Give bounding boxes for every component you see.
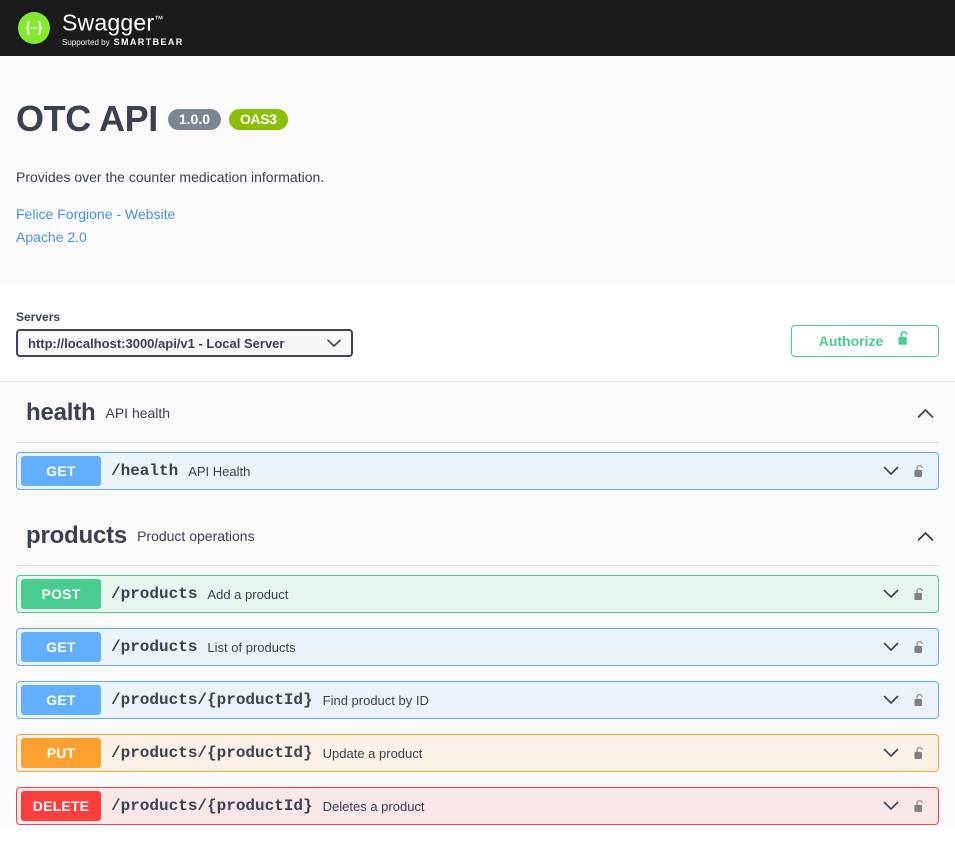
operations-area: health API health GET /health API Health: [0, 382, 955, 825]
operation-list-health: GET /health API Health: [16, 443, 939, 490]
chevron-up-icon[interactable]: [911, 525, 939, 547]
api-info-links: Felice Forgione - Website Apache 2.0: [16, 203, 939, 249]
operation-row[interactable]: GET /products List of products: [16, 628, 939, 666]
api-title-text: OTC API: [16, 98, 158, 139]
unlocked-padlock-icon[interactable]: [908, 692, 930, 709]
unlocked-padlock-icon[interactable]: [908, 586, 930, 603]
operation-path: /products/{productId}: [111, 691, 313, 709]
operation-path: /health: [111, 462, 179, 480]
http-method-badge: DELETE: [21, 791, 101, 821]
http-method-badge: GET: [21, 456, 101, 486]
supported-by-prefix: Supported by: [62, 37, 110, 47]
operation-list-products: POST /products Add a product GET /produc…: [16, 566, 939, 825]
api-description: Provides over the counter medication inf…: [16, 169, 325, 185]
tag-name-health: health: [26, 399, 96, 426]
unlocked-padlock-icon[interactable]: [908, 798, 930, 815]
scheme-container: Servers http://localhost:3000/api/v1 - L…: [0, 285, 955, 382]
servers-label: Servers: [16, 310, 61, 324]
http-method-badge: POST: [21, 579, 101, 609]
supported-by: Supported by SMARTBEAR: [62, 37, 184, 48]
oas-badge: OAS3: [229, 108, 288, 130]
version-badge: 1.0.0: [167, 108, 222, 130]
swagger-braces-icon: [18, 12, 50, 44]
server-select-value: http://localhost:3000/api/v1 - Local Ser…: [28, 335, 285, 351]
brand-name: Swagger™: [62, 9, 164, 36]
api-info-block: OTC API 1.0.0 OAS3 Provides over the cou…: [0, 56, 955, 285]
tag-section-products: products Product operations POST /produc…: [16, 505, 939, 825]
supported-by-brand: SMARTBEAR: [113, 36, 184, 47]
chevron-down-icon[interactable]: [878, 642, 904, 652]
unlocked-padlock-icon: [897, 330, 911, 352]
tag-header-health[interactable]: health API health: [16, 382, 939, 443]
authorize-button[interactable]: Authorize: [791, 325, 939, 357]
unlocked-padlock-icon[interactable]: [908, 639, 930, 656]
servers-block: Servers http://localhost:3000/api/v1 - L…: [16, 310, 353, 357]
trademark-mark: ™: [154, 14, 164, 25]
swagger-logo[interactable]: Swagger™ Supported by SMARTBEAR: [18, 8, 184, 48]
chevron-down-icon[interactable]: [878, 801, 904, 811]
operation-row[interactable]: GET /health API Health: [16, 452, 939, 490]
operation-summary: List of products: [207, 639, 296, 655]
operation-row[interactable]: PUT /products/{productId} Update a produ…: [16, 734, 939, 772]
operation-summary: Add a product: [207, 586, 289, 602]
tag-description-products: Product operations: [137, 528, 255, 544]
operation-path: /products/{productId}: [111, 744, 313, 762]
http-method-badge: PUT: [21, 738, 101, 768]
operation-row[interactable]: POST /products Add a product: [16, 575, 939, 613]
operation-path: /products/{productId}: [111, 797, 313, 815]
operation-summary: Deletes a product: [322, 798, 425, 814]
operation-summary: API Health: [188, 463, 251, 479]
http-method-badge: GET: [21, 632, 101, 662]
tag-header-products[interactable]: products Product operations: [16, 505, 939, 566]
chevron-up-icon[interactable]: [911, 402, 939, 424]
unlocked-padlock-icon[interactable]: [908, 745, 930, 762]
operation-path: /products: [111, 638, 198, 656]
server-select[interactable]: http://localhost:3000/api/v1 - Local Ser…: [16, 329, 353, 357]
operation-path: /products: [111, 585, 198, 603]
operation-summary: Update a product: [322, 745, 423, 761]
operation-row[interactable]: DELETE /products/{productId} Deletes a p…: [16, 787, 939, 825]
page-title: OTC API 1.0.0 OAS3: [16, 98, 939, 140]
operation-summary: Find product by ID: [322, 692, 429, 708]
license-link[interactable]: Apache 2.0: [16, 226, 939, 249]
topbar: Swagger™ Supported by SMARTBEAR: [0, 0, 955, 56]
chevron-down-icon[interactable]: [878, 589, 904, 599]
unlocked-padlock-icon[interactable]: [908, 463, 930, 480]
chevron-down-icon: [327, 336, 341, 351]
http-method-badge: GET: [21, 685, 101, 715]
contact-link[interactable]: Felice Forgione - Website: [16, 203, 939, 226]
logo-text-block: Swagger™ Supported by SMARTBEAR: [62, 8, 184, 48]
chevron-down-icon[interactable]: [878, 695, 904, 705]
chevron-down-icon[interactable]: [878, 466, 904, 476]
authorize-button-label: Authorize: [818, 333, 884, 349]
operation-row[interactable]: GET /products/{productId} Find product b…: [16, 681, 939, 719]
tag-description-health: API health: [105, 405, 171, 421]
tag-name-products: products: [26, 522, 128, 549]
tag-section-health: health API health GET /health API Health: [16, 382, 939, 490]
chevron-down-icon[interactable]: [878, 748, 904, 758]
